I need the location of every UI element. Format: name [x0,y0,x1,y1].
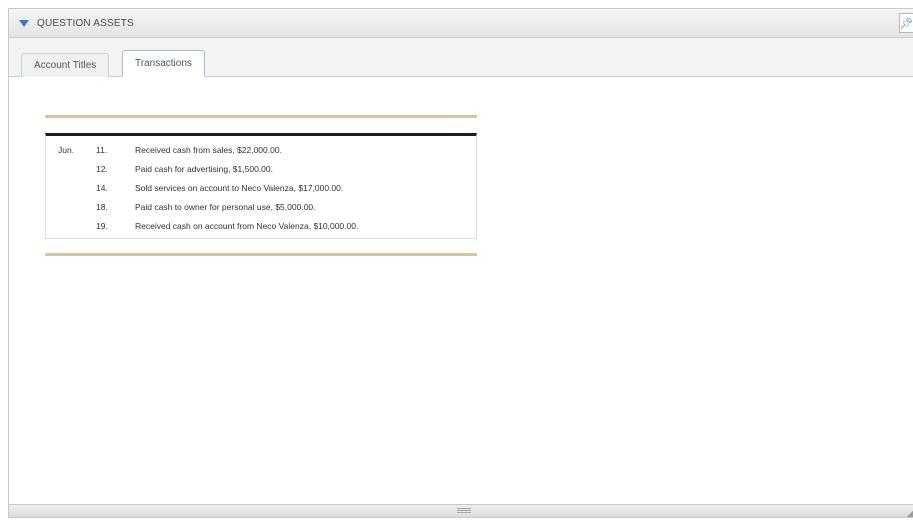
transactions-table-box: Jun. 11. Received cash from sales, $22,0… [45,133,477,239]
description-cell: Sold services on account to Neco Valenza… [135,182,344,193]
transactions-table: Jun. 11. Received cash from sales, $22,0… [46,136,476,238]
resize-corner-icon[interactable] [907,511,913,517]
table-row: Jun. 11. Received cash from sales, $22,0… [46,136,476,159]
month-cell [46,216,96,238]
table-row: 14. Sold services on account to Neco Val… [46,178,476,197]
grip-icon[interactable] [457,508,471,514]
pin-icon[interactable]: 📌︎ [899,13,913,33]
description-cell: Received cash from sales, $22,000.00. [135,144,282,155]
question-assets-panel: QUESTION ASSETS 📌︎ Account Titles Transa… [8,8,913,518]
panel-title: QUESTION ASSETS [37,17,134,29]
panel-header[interactable]: QUESTION ASSETS 📌︎ [9,9,913,38]
day-cell: 11. [96,144,108,155]
horizontal-resize-bar[interactable] [9,504,913,517]
month-cell [46,159,96,178]
day-cell: 19. [96,220,108,231]
table-row: 12. Paid cash for advertising, $1,500.00… [46,159,476,178]
month-cell [46,178,96,197]
collapse-triangle-icon[interactable] [19,19,29,27]
month-cell [46,197,96,216]
gold-rule-top [45,115,477,118]
tab-strip: Account Titles Transactions [9,38,913,77]
tab-transactions[interactable]: Transactions [122,50,205,77]
day-cell: 14. [96,182,108,193]
description-cell: Received cash on account from Neco Valen… [135,220,359,231]
day-cell: 12. [96,163,108,174]
table-row: 18. Paid cash to owner for personal use,… [46,197,476,216]
day-cell: 18. [96,201,108,212]
tab-content: Jun. 11. Received cash from sales, $22,0… [9,77,913,505]
gold-rule-bottom [45,253,477,256]
tab-account-titles[interactable]: Account Titles [21,53,110,77]
transactions-exhibit: Jun. 11. Received cash from sales, $22,0… [45,115,477,256]
description-cell: Paid cash for advertising, $1,500.00. [135,163,273,174]
table-row: 19. Received cash on account from Neco V… [46,216,476,238]
description-cell: Paid cash to owner for personal use, $5,… [135,201,316,212]
month-cell: Jun. [58,144,75,155]
